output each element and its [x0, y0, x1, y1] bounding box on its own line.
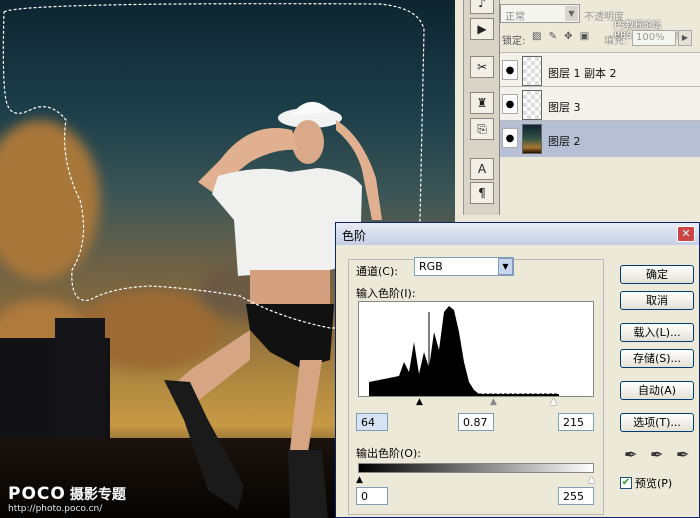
output-levels-label: 输出色阶(O): [356, 447, 421, 460]
load-button[interactable]: 载入(L)... [620, 323, 694, 342]
layer-name: 图层 3 [548, 101, 581, 114]
dialog-title: 色阶 [342, 229, 367, 243]
tool-paragraph-icon[interactable]: ¶ [470, 182, 494, 204]
tool-strip: ♪ ▶ ✂ ♜ ⎘ A ¶ [463, 0, 499, 215]
output-white-slider[interactable]: ▲ [588, 475, 595, 485]
blend-mode-select[interactable]: 正常 ▼ [500, 4, 580, 23]
poco-url: http://photo.poco.cn/ [8, 504, 103, 514]
white-point-slider[interactable]: ▲ [550, 397, 557, 407]
ok-button[interactable]: 确定 [620, 265, 694, 284]
layer-row[interactable]: ● 图层 2 [500, 120, 700, 157]
layers-panel: 正常▼ 不透明度 PS教程论坛BBS.16XX8.COM 锁定: ▨ ✎ ✥ ▣… [499, 0, 700, 215]
save-button[interactable]: 存储(S)... [620, 349, 694, 368]
fill-arrow-icon[interactable]: ▶ [678, 30, 692, 46]
layer-thumbnail [522, 90, 542, 120]
layer-row[interactable]: ● 图层 1 副本 2 [500, 52, 700, 89]
levels-dialog: 色阶 ✕ 通道(C): RGB ▼ 输入色阶(I): ▲ ▲ ▲ 64 0.87… [335, 222, 700, 518]
layer-thumbnail [522, 124, 542, 154]
tool-play-icon[interactable]: ▶ [470, 18, 494, 40]
eyedropper-white-icon[interactable]: ✒ [676, 445, 689, 464]
preview-label: 预览(P) [635, 477, 673, 490]
checkmark-icon[interactable]: ✔ [620, 477, 632, 489]
blend-mode-value: 正常 [505, 12, 525, 23]
input-white-field[interactable]: 215 [558, 413, 594, 431]
chevron-down-icon[interactable]: ▼ [498, 258, 513, 275]
black-point-slider[interactable]: ▲ [416, 397, 423, 407]
chevron-down-icon[interactable]: ▼ [565, 6, 578, 21]
eye-icon[interactable]: ● [502, 94, 518, 114]
gamma-slider[interactable]: ▲ [490, 397, 497, 407]
poco-watermark: POCO 摄影专题 http://photo.poco.cn/ [8, 484, 126, 514]
tool-scissors-icon[interactable]: ✂ [470, 56, 494, 78]
output-white-field[interactable]: 255 [558, 487, 594, 505]
eye-icon[interactable]: ● [502, 60, 518, 80]
output-black-slider[interactable]: ▲ [356, 475, 363, 485]
close-icon[interactable]: ✕ [677, 226, 695, 242]
tool-stamp-icon[interactable]: ♜ [470, 92, 494, 114]
output-black-field[interactable]: 0 [356, 487, 388, 505]
input-levels-label: 输入色阶(I): [356, 287, 416, 300]
fill-input[interactable]: 100% [632, 30, 676, 46]
options-button[interactable]: 选项(T)... [620, 413, 694, 432]
fill-label: 填充: [604, 36, 628, 47]
tool-brush-icon[interactable]: ♪ [470, 0, 494, 14]
poco-tagline: 摄影专题 [69, 487, 126, 503]
cancel-button[interactable]: 取消 [620, 291, 694, 310]
tool-history-icon[interactable]: ⎘ [470, 118, 494, 140]
tool-type-icon[interactable]: A [470, 158, 494, 180]
eyedropper-gray-icon[interactable]: ✒ [650, 445, 663, 464]
auto-button[interactable]: 自动(A) [620, 381, 694, 400]
layer-name: 图层 2 [548, 135, 581, 148]
dialog-title-bar[interactable]: 色阶 ✕ [336, 223, 699, 245]
layer-row[interactable]: ● 图层 3 [500, 86, 700, 123]
lock-label: 锁定: [502, 36, 526, 47]
lock-icon[interactable]: ▨ ✎ ✥ ▣ [532, 31, 591, 42]
input-gamma-field[interactable]: 0.87 [458, 413, 494, 431]
input-black-field[interactable]: 64 [356, 413, 388, 431]
histogram-graph [369, 306, 559, 396]
preview-checkbox[interactable]: ✔ 预览(P) [620, 475, 672, 491]
channel-label: 通道(C): [356, 265, 398, 278]
layer-name: 图层 1 副本 2 [548, 67, 617, 80]
layer-thumbnail [522, 56, 542, 86]
eye-icon[interactable]: ● [502, 128, 518, 148]
output-gradient-bar [358, 463, 594, 473]
eyedropper-black-icon[interactable]: ✒ [624, 445, 637, 464]
histogram [358, 301, 594, 397]
poco-logo: POCO [8, 484, 66, 504]
